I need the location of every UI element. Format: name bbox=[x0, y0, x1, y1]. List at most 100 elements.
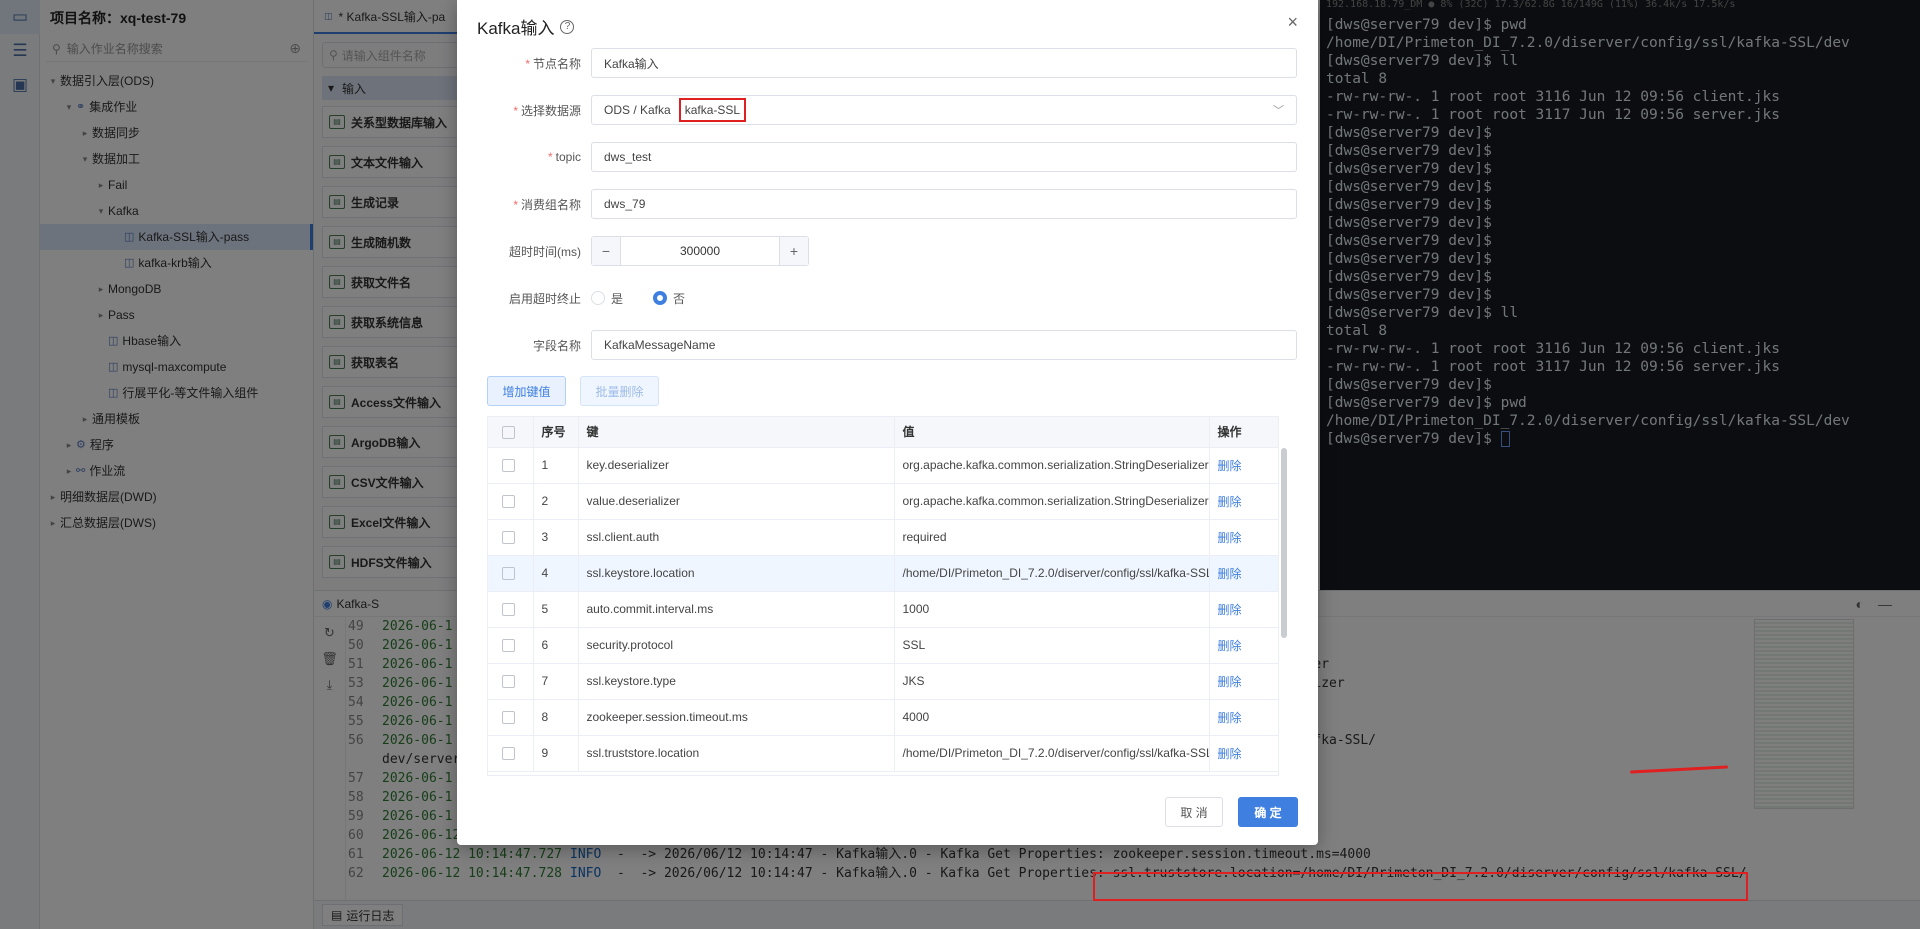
node-name-input[interactable]: Kafka输入 bbox=[591, 48, 1297, 78]
delete-row-button[interactable]: 删除 bbox=[1218, 747, 1242, 761]
delete-row-button[interactable]: 删除 bbox=[1218, 495, 1242, 509]
checkbox-icon[interactable] bbox=[502, 639, 515, 653]
table-scrollbar[interactable] bbox=[1281, 448, 1287, 638]
row-number: 6 bbox=[533, 627, 579, 664]
timeout-stop-row: 启用超时终止 是 否 bbox=[477, 283, 1297, 313]
row-key[interactable]: security.protocol bbox=[578, 627, 895, 664]
row-value[interactable]: SSL bbox=[894, 627, 1210, 664]
checkbox-icon[interactable] bbox=[502, 603, 515, 617]
checkbox-icon[interactable] bbox=[502, 425, 515, 439]
datasource-label: 选择数据源 bbox=[520, 103, 581, 118]
row-number: 4 bbox=[533, 555, 579, 592]
chevron-down-icon: ﹀ bbox=[1273, 105, 1284, 117]
table-row[interactable]: 9 ssl.truststore.location/home/DI/Primeto… bbox=[488, 735, 1278, 772]
timeout-value[interactable]: 300000 bbox=[620, 237, 780, 265]
row-select-cell[interactable] bbox=[488, 555, 534, 592]
row-select-cell[interactable] bbox=[488, 591, 534, 628]
kafka-input-dialog: Kafka输入 ? × * 节点名称 Kafka输入 * 选择数据源 ODS / K… bbox=[457, 0, 1318, 845]
row-number: 9 bbox=[533, 735, 579, 772]
delete-row-button[interactable]: 删除 bbox=[1218, 531, 1242, 545]
table-row[interactable]: 7 ssl.keystore.type JKS 删除 bbox=[488, 663, 1278, 700]
row-select-cell[interactable] bbox=[488, 663, 534, 700]
timeout-label: 超时时间(ms) bbox=[509, 244, 581, 259]
row-select-cell[interactable] bbox=[488, 699, 534, 736]
row-select-cell[interactable] bbox=[488, 519, 534, 556]
delete-row-button[interactable]: 删除 bbox=[1218, 711, 1242, 725]
row-value[interactable]: 1000 bbox=[894, 591, 1210, 628]
timeout-row: 超时时间(ms) − 300000 + bbox=[477, 236, 1297, 266]
checkbox-icon[interactable] bbox=[502, 531, 515, 545]
row-number: 3 bbox=[533, 519, 579, 556]
ok-button[interactable]: 确 定 bbox=[1238, 797, 1298, 827]
group-row: * 消费组名称 dws_79 bbox=[477, 189, 1297, 219]
batch-delete-button[interactable]: 批量删除 bbox=[580, 376, 659, 406]
table-row[interactable]: 2 value.deserializer org.apache.kafka.comm… bbox=[488, 483, 1278, 520]
row-op-cell: 删除 bbox=[1209, 447, 1278, 484]
row-number: 7 bbox=[533, 663, 579, 700]
increment-button[interactable]: + bbox=[780, 237, 808, 265]
row-value[interactable]: JKS bbox=[894, 663, 1210, 700]
delete-row-button[interactable]: 删除 bbox=[1218, 675, 1242, 689]
row-select-cell[interactable] bbox=[488, 735, 534, 772]
row-value[interactable]: required bbox=[894, 519, 1210, 556]
checkbox-icon[interactable] bbox=[502, 567, 515, 581]
row-op-cell: 删除 bbox=[1209, 591, 1278, 628]
col-header-op: 操作 bbox=[1209, 417, 1278, 448]
table-row[interactable]: 6 security.protocol SSL 删除 bbox=[488, 627, 1278, 664]
row-value[interactable]: /home/DI/Primeton_DI_7.2.0/diserver/conf… bbox=[894, 555, 1210, 592]
radio-yes[interactable]: 是 bbox=[591, 290, 623, 307]
checkbox-icon[interactable] bbox=[502, 675, 515, 689]
row-op-cell: 删除 bbox=[1209, 699, 1278, 736]
radio-no[interactable]: 否 bbox=[653, 290, 685, 307]
row-key[interactable]: ssl.keystore.location bbox=[578, 555, 895, 592]
timeout-stop-label: 启用超时终止 bbox=[508, 291, 581, 306]
row-key[interactable]: ssl.truststore.location bbox=[578, 735, 895, 772]
table-row[interactable]: 3 ssl.client.auth required 删除 bbox=[488, 519, 1278, 556]
help-icon[interactable]: ? bbox=[560, 19, 575, 34]
select-all-cell[interactable] bbox=[488, 417, 534, 448]
row-value[interactable]: org.apache.kafka.common.serialization.St… bbox=[894, 483, 1210, 520]
add-kv-button[interactable]: 增加键值 bbox=[487, 376, 566, 406]
row-key[interactable]: ssl.client.auth bbox=[578, 519, 895, 556]
row-key[interactable]: zookeeper.session.timeout.ms bbox=[578, 699, 895, 736]
datasource-select[interactable]: ODS / Kafka kafka-SSL ﹀ bbox=[591, 95, 1297, 125]
datasource-prefix: ODS / Kafka bbox=[604, 103, 671, 117]
datasource-row: * 选择数据源 ODS / Kafka kafka-SSL ﹀ bbox=[477, 95, 1297, 125]
topic-label: topic bbox=[555, 150, 581, 164]
col-header-key: 键 bbox=[578, 417, 895, 448]
table-row[interactable]: 5 auto.commit.interval.ms 1000 删除 bbox=[488, 591, 1278, 628]
row-select-cell[interactable] bbox=[488, 483, 534, 520]
row-key[interactable]: ssl.keystore.type bbox=[578, 663, 895, 700]
decrement-button[interactable]: − bbox=[592, 237, 620, 265]
delete-row-button[interactable]: 删除 bbox=[1218, 567, 1242, 581]
row-value[interactable]: org.apache.kafka.common.serialization.St… bbox=[894, 447, 1210, 484]
group-input[interactable]: dws_79 bbox=[591, 189, 1297, 219]
field-name-label: 字段名称 bbox=[532, 338, 581, 353]
checkbox-icon[interactable] bbox=[502, 495, 515, 509]
row-select-cell[interactable] bbox=[488, 627, 534, 664]
row-op-cell: 删除 bbox=[1209, 519, 1278, 556]
row-key[interactable]: key.deserializer bbox=[578, 447, 895, 484]
delete-row-button[interactable]: 删除 bbox=[1218, 603, 1242, 617]
row-select-cell[interactable] bbox=[488, 447, 534, 484]
row-key[interactable]: value.deserializer bbox=[578, 483, 895, 520]
radio-yes-label: 是 bbox=[611, 291, 624, 306]
close-icon[interactable]: × bbox=[1287, 12, 1298, 33]
table-row[interactable]: 1 key.deserializer org.apache.kafka.common… bbox=[488, 447, 1278, 484]
table-row[interactable]: 8 zookeeper.session.timeout.ms 4000 删除 bbox=[488, 699, 1278, 736]
row-number: 5 bbox=[533, 591, 579, 628]
topic-input[interactable]: dws_test bbox=[591, 142, 1297, 172]
checkbox-icon[interactable] bbox=[502, 711, 515, 725]
row-value[interactable]: /home/DI/Primeton_DI_7.2.0/diserver/conf… bbox=[894, 735, 1210, 772]
checkbox-icon[interactable] bbox=[502, 459, 515, 473]
delete-row-button[interactable]: 删除 bbox=[1218, 459, 1242, 473]
cancel-button[interactable]: 取 消 bbox=[1165, 797, 1223, 827]
row-value[interactable]: 4000 bbox=[894, 699, 1210, 736]
table-row[interactable]: 4 ssl.keystore.location/home/DI/Primeton_… bbox=[488, 555, 1278, 592]
row-key[interactable]: auto.commit.interval.ms bbox=[578, 591, 895, 628]
delete-row-button[interactable]: 删除 bbox=[1218, 639, 1242, 653]
checkbox-icon[interactable] bbox=[502, 747, 515, 761]
kv-table: 序号 键 值 操作 1 key.deserializer org.apache.ka… bbox=[487, 416, 1279, 776]
node-name-row: * 节点名称 Kafka输入 bbox=[477, 48, 1297, 78]
field-name-input[interactable]: KafkaMessageName bbox=[591, 330, 1297, 360]
